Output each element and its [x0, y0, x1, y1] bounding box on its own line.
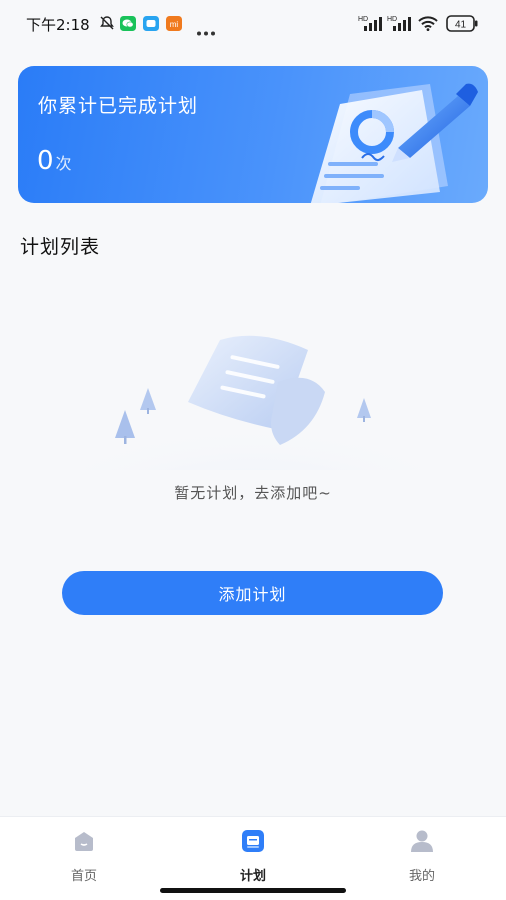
message-app-icon — [143, 16, 159, 35]
plan-icon — [240, 829, 266, 857]
tab-plan[interactable]: 计划 — [213, 829, 293, 884]
tab-profile[interactable]: 我的 — [382, 829, 462, 884]
battery-icon: 41 — [446, 15, 478, 36]
completed-count: 0次 — [37, 146, 72, 176]
tab-profile-label: 我的 — [408, 869, 435, 884]
mi-app-icon: mi — [166, 16, 182, 35]
completed-count-unit: 次 — [55, 154, 72, 173]
tab-plan-label: 计划 — [239, 869, 266, 884]
home-indicator[interactable] — [160, 888, 346, 893]
home-icon — [71, 829, 97, 857]
status-time: 下午2:18 — [26, 16, 90, 34]
wifi-icon — [418, 16, 438, 35]
svg-text:mi: mi — [170, 20, 179, 29]
svg-text:HD: HD — [387, 16, 397, 23]
wechat-icon — [120, 16, 136, 35]
hd-signal-icon: HD — [358, 14, 384, 36]
tab-home[interactable]: 首页 — [44, 829, 124, 884]
profile-icon — [409, 829, 435, 857]
completed-plans-banner: 你累计已完成计划 0次 — [18, 66, 488, 203]
tab-home-label: 首页 — [70, 869, 97, 884]
status-bar: 下午2:18 mi HD HD 41 — [0, 0, 506, 48]
plan-list-title: 计划列表 — [20, 236, 101, 258]
empty-state-text: 暂无计划，去添加吧~ — [174, 484, 332, 502]
svg-text:HD: HD — [358, 16, 368, 23]
plan-screen: 下午2:18 mi HD HD 41 你累计已完成计划 0 次 计划列表 暂无计… — [0, 0, 506, 900]
add-plan-button[interactable]: 添加计划 — [62, 571, 443, 615]
document-pen-illustration — [280, 66, 488, 203]
empty-plan-illustration — [70, 320, 436, 520]
banner-title: 你累计已完成计划 — [38, 95, 199, 117]
completed-count-value: 0 — [37, 146, 54, 176]
svg-text:41: 41 — [455, 20, 467, 31]
hd-signal-icon: HD — [387, 14, 413, 36]
more-dots-icon — [196, 21, 216, 40]
mute-bell-icon — [99, 15, 115, 35]
